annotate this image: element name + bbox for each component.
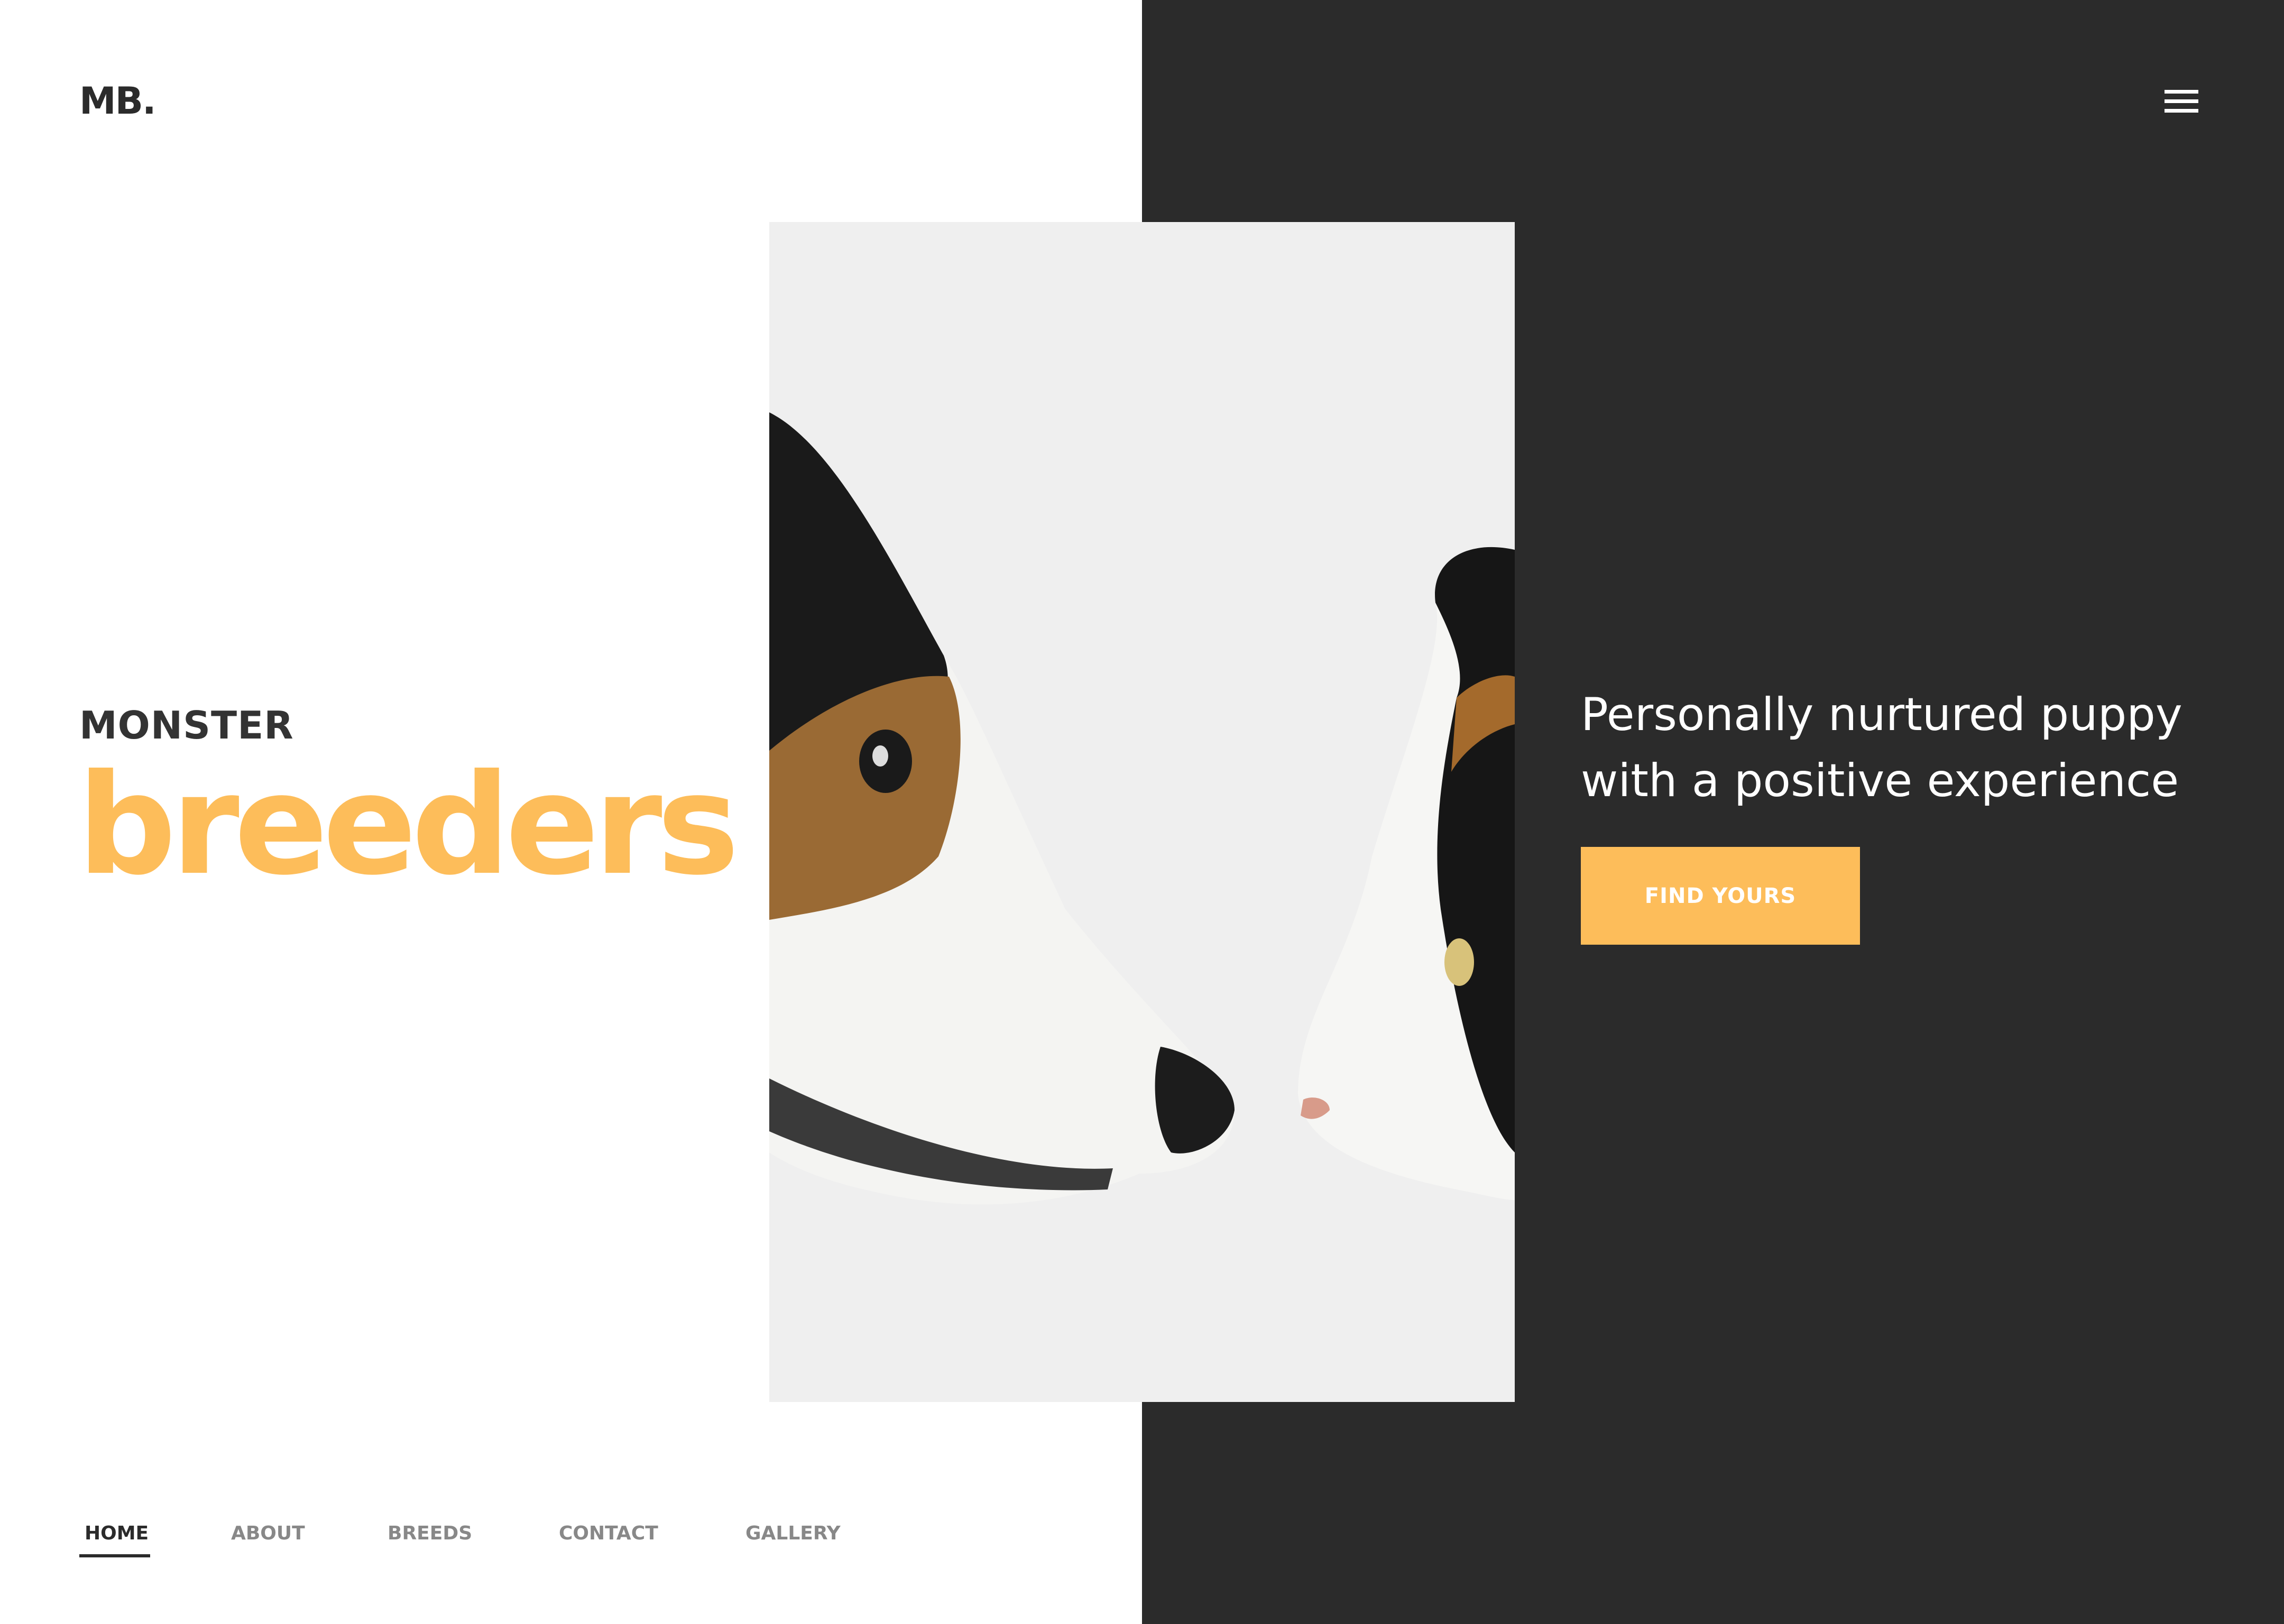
nav-contact[interactable]: CONTACT bbox=[559, 1522, 658, 1544]
logo[interactable]: MB. bbox=[79, 79, 156, 123]
hero-kicker: MONSTER bbox=[79, 703, 294, 748]
hero-title: breeders bbox=[77, 744, 740, 906]
active-nav-underline bbox=[79, 1554, 150, 1557]
nav-breeds[interactable]: BREEDS bbox=[388, 1522, 472, 1544]
hero-photo bbox=[769, 222, 1515, 1402]
hamburger-icon[interactable] bbox=[2165, 90, 2198, 113]
nav-home[interactable]: HOME bbox=[85, 1522, 149, 1544]
hero-tagline: Personally nurtured puppy with a positiv… bbox=[1581, 688, 2182, 807]
nav-about[interactable]: ABOUT bbox=[231, 1522, 305, 1544]
find-yours-button[interactable]: FIND YOURS bbox=[1581, 847, 1860, 945]
nav-gallery[interactable]: GALLERY bbox=[745, 1522, 841, 1544]
